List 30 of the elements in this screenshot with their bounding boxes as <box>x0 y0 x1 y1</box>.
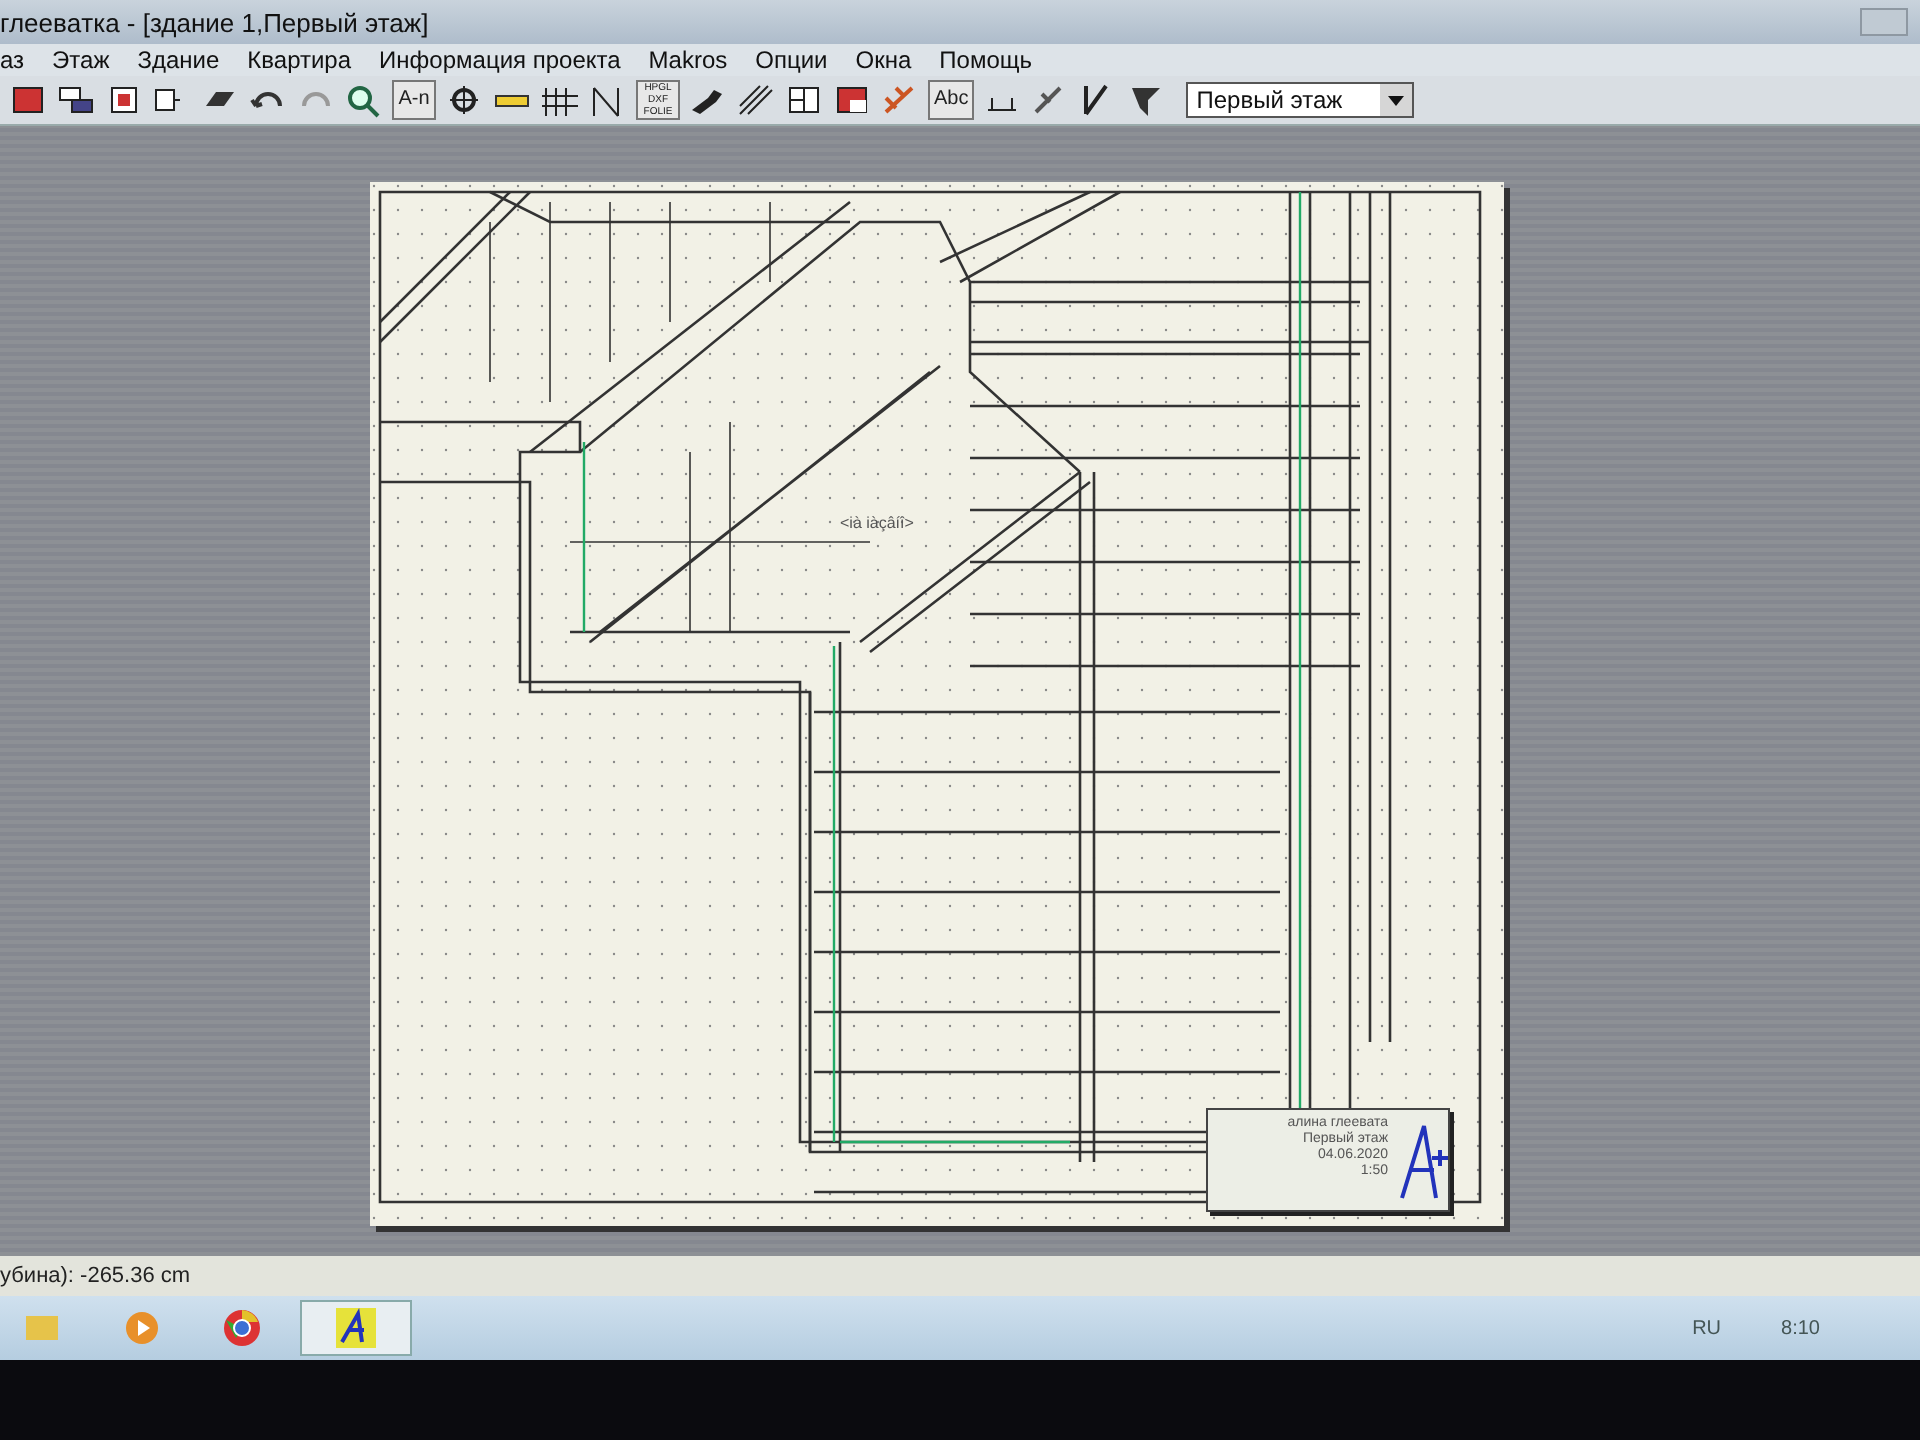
toolbar-icon[interactable] <box>540 82 580 118</box>
menu-item[interactable]: Окна <box>855 46 912 74</box>
toolbar-icon[interactable] <box>8 82 48 118</box>
app-logo-icon <box>334 1306 378 1350</box>
toolbar-text-button[interactable]: Abc <box>928 80 975 120</box>
browser-icon <box>220 1306 264 1350</box>
room-label: <ià iàçâíî> <box>840 514 914 532</box>
caret-icon <box>1380 84 1413 116</box>
window-title: глеевaтка - [здание 1,Первый этаж] <box>0 7 429 37</box>
menu-item[interactable]: Помощь <box>939 46 1033 74</box>
toolbar-icon[interactable] <box>444 82 484 118</box>
status-text: убина): -265.36 cm <box>0 1264 191 1288</box>
toolbar-icon[interactable] <box>832 82 872 118</box>
menu-item[interactable]: Информация проекта <box>379 46 621 74</box>
toolbar-icon[interactable] <box>56 82 96 118</box>
taskbar-app-button[interactable] <box>300 1300 412 1356</box>
menu-item[interactable]: Квартира <box>247 46 352 74</box>
menu-item[interactable]: Здание <box>137 46 220 74</box>
clock[interactable]: 8:10 <box>1781 1317 1820 1339</box>
media-player-icon <box>120 1306 164 1350</box>
menu-item[interactable]: аз <box>0 46 25 74</box>
menu-item[interactable]: Makros <box>648 46 728 74</box>
toolbar-icon[interactable] <box>784 82 824 118</box>
language-indicator[interactable]: RU <box>1692 1317 1722 1339</box>
menu-item[interactable]: Этаж <box>52 46 110 74</box>
toolbar-icon[interactable] <box>344 82 384 118</box>
menu-item[interactable]: Опции <box>755 46 828 74</box>
toolbar-icon[interactable] <box>736 82 776 118</box>
floor-dropdown[interactable]: Первый этаж <box>1186 82 1415 118</box>
toolbar-text-button[interactable]: A-n <box>392 80 436 120</box>
